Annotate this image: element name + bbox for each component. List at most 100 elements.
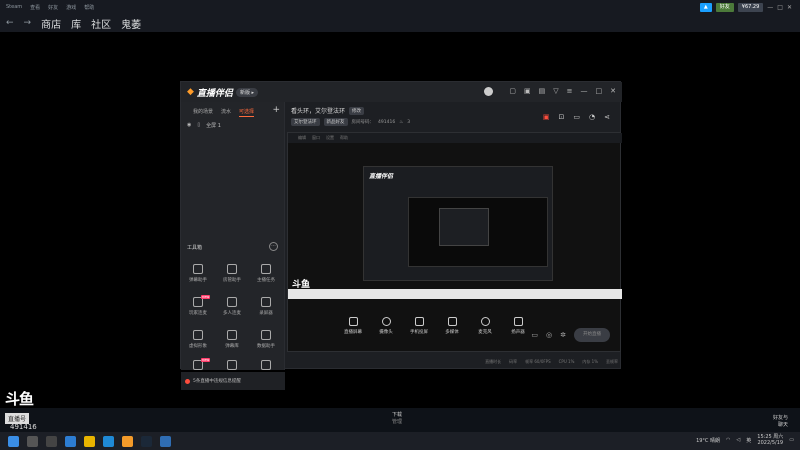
task-icon — [261, 264, 271, 274]
toolbox-more-button[interactable]: ··· — [269, 242, 278, 251]
phone-cast-button[interactable]: 手机投屏 — [409, 317, 429, 335]
record-icon — [261, 297, 271, 307]
file-explorer-icon[interactable] — [84, 435, 95, 447]
gift-icon[interactable]: ▤ — [539, 87, 546, 96]
lock-icon[interactable]: ⊡ — [559, 113, 565, 121]
nested-logo: 直播伴侣 — [369, 173, 394, 180]
nav-community[interactable]: 社区 — [91, 16, 111, 31]
tab-selectable[interactable]: 可选择 — [239, 108, 255, 117]
app-minimize-icon[interactable]: — — [581, 87, 588, 96]
preview-menu-item: 编辑 — [298, 135, 306, 140]
back-arrow-icon[interactable]: ← — [6, 18, 14, 28]
action-label: 直播屏幕 — [344, 330, 362, 335]
scene-item[interactable]: ◉ ▯ 全屏 1 — [187, 122, 221, 129]
tab-stream[interactable]: 流水 — [221, 108, 231, 117]
edge-icon[interactable] — [103, 435, 114, 447]
action-label: 摄像头 — [379, 330, 393, 335]
edit-title-button[interactable]: 修改 — [349, 106, 365, 115]
bell-icon[interactable]: ◔ — [589, 113, 595, 121]
tool-label: 虚拟形象 — [189, 344, 207, 349]
speaker-button[interactable]: 扬声器 — [508, 317, 528, 335]
douyu-icon[interactable] — [122, 435, 133, 447]
menu-games[interactable]: 游戏 — [66, 4, 76, 11]
tool-recorder[interactable]: 录屏器 — [251, 297, 281, 316]
ime-indicator[interactable]: 英 — [746, 437, 751, 444]
app-name: 直播伴侣 — [196, 88, 233, 99]
close-icon[interactable]: ✕ — [787, 4, 792, 11]
category-chip[interactable]: 艾尔登法环 — [291, 118, 320, 126]
task-view-icon[interactable] — [46, 435, 57, 447]
tool-tasks[interactable]: 主播任务 — [251, 264, 281, 283]
notification-icon[interactable]: ▭ — [789, 437, 794, 443]
stat-duration: 直播时长 — [485, 359, 502, 364]
tab-my-scenes[interactable]: 我的场景 — [193, 108, 213, 117]
message-icon[interactable]: ▢ — [509, 87, 516, 96]
menu-help[interactable]: 帮助 — [84, 4, 94, 11]
app-close-icon[interactable]: ✕ — [610, 87, 616, 96]
maximize-icon[interactable]: □ — [777, 4, 783, 11]
minimize-icon[interactable]: — — [767, 4, 773, 11]
shield-icon[interactable]: ▽ — [553, 87, 558, 96]
phone-icon — [414, 317, 424, 326]
forward-arrow-icon[interactable]: → — [24, 18, 32, 28]
action-label: 手机投屏 — [410, 330, 428, 335]
search-icon[interactable] — [27, 435, 38, 447]
tool-avatar[interactable]: 虚拟形象 — [183, 330, 213, 349]
tool-player-link[interactable]: new 玩家连麦 — [183, 295, 213, 316]
tag-chip[interactable]: 新品好友 — [323, 118, 348, 126]
version-badge[interactable]: 新版 ▸ — [235, 87, 259, 97]
avatar[interactable] — [484, 87, 494, 96]
stream-settings: ▭ ◎ ✲ — [531, 331, 566, 339]
friends-chat-button[interactable]: 好友与 聊天 — [773, 414, 788, 428]
tool-room-admin[interactable]: 房管助手 — [217, 264, 247, 283]
announce-button[interactable]: ▲ — [699, 3, 712, 12]
app-maximize-icon[interactable]: □ — [596, 87, 603, 96]
user-icon — [227, 264, 237, 274]
menu-friends[interactable]: 好友 — [48, 4, 58, 11]
mic-icon — [480, 317, 490, 326]
microphone-button[interactable]: 麦克风 — [475, 317, 495, 335]
eye-icon[interactable]: ◉ — [187, 122, 191, 129]
widgets-icon[interactable] — [65, 435, 76, 447]
gear-icon[interactable]: ✲ — [560, 331, 566, 339]
start-live-button[interactable]: 开始直播 — [574, 328, 610, 342]
clock[interactable]: 15:25 周六 2022/5/19 — [757, 434, 783, 446]
downloads-button[interactable]: 下载 管理 — [392, 411, 402, 425]
weather[interactable]: 19°C 晴朗 — [696, 437, 720, 444]
tool-data[interactable]: 数据助手 — [251, 330, 281, 349]
room-number-watermark: 491416 — [10, 423, 37, 431]
nav-library[interactable]: 库 — [71, 16, 81, 31]
preview-menubar: 编辑 窗口 设置 帮助 — [288, 133, 622, 143]
stat-memory: 内存 1% — [582, 359, 598, 364]
wallet-button[interactable]: ¥67.29 — [737, 3, 764, 12]
media-button[interactable]: 多媒体 — [442, 317, 462, 335]
camera-icon[interactable]: ▭ — [573, 113, 580, 121]
wifi-icon[interactable]: ◠ — [726, 437, 730, 443]
tool-multi-link[interactable]: 多人连麦 — [217, 297, 247, 316]
chat-icon[interactable]: ▣ — [524, 87, 531, 96]
lock-icon[interactable]: ▯ — [197, 122, 200, 129]
menu-view[interactable]: 查看 — [30, 4, 40, 11]
volume-icon[interactable]: ◁ — [736, 437, 740, 443]
eye-icon[interactable]: ◎ — [546, 331, 552, 339]
nav-profile[interactable]: 鬼萎 — [121, 16, 141, 31]
tool-danmu-lib[interactable]: 弹幕库 — [217, 330, 247, 349]
friends-sub: 聊天 — [777, 422, 788, 428]
action-label: 扬声器 — [511, 330, 525, 335]
danmu-icon — [193, 264, 203, 274]
nav-store[interactable]: 商店 — [41, 16, 61, 31]
menu-steam[interactable]: Steam — [6, 4, 22, 10]
violation-notice[interactable]: 5条直播中违规信息提醒 — [181, 372, 285, 390]
gift-box-icon[interactable]: ▣ — [543, 113, 550, 121]
tool-danmu[interactable]: 弹幕助手 — [183, 264, 213, 283]
camera-button[interactable]: 摄像头 — [376, 317, 396, 335]
video-icon[interactable]: ▭ — [531, 331, 538, 339]
friends-button[interactable]: 好友 — [715, 3, 734, 12]
steam-icon[interactable] — [141, 435, 152, 447]
windows-start-icon[interactable] — [8, 435, 19, 447]
app-icon[interactable] — [160, 435, 171, 447]
add-scene-button[interactable]: + — [272, 105, 280, 115]
screen-capture-button[interactable]: 直播屏幕 — [343, 317, 363, 335]
menu-icon[interactable]: ≡ — [567, 87, 573, 96]
share-icon[interactable]: ⋖ — [604, 113, 610, 121]
